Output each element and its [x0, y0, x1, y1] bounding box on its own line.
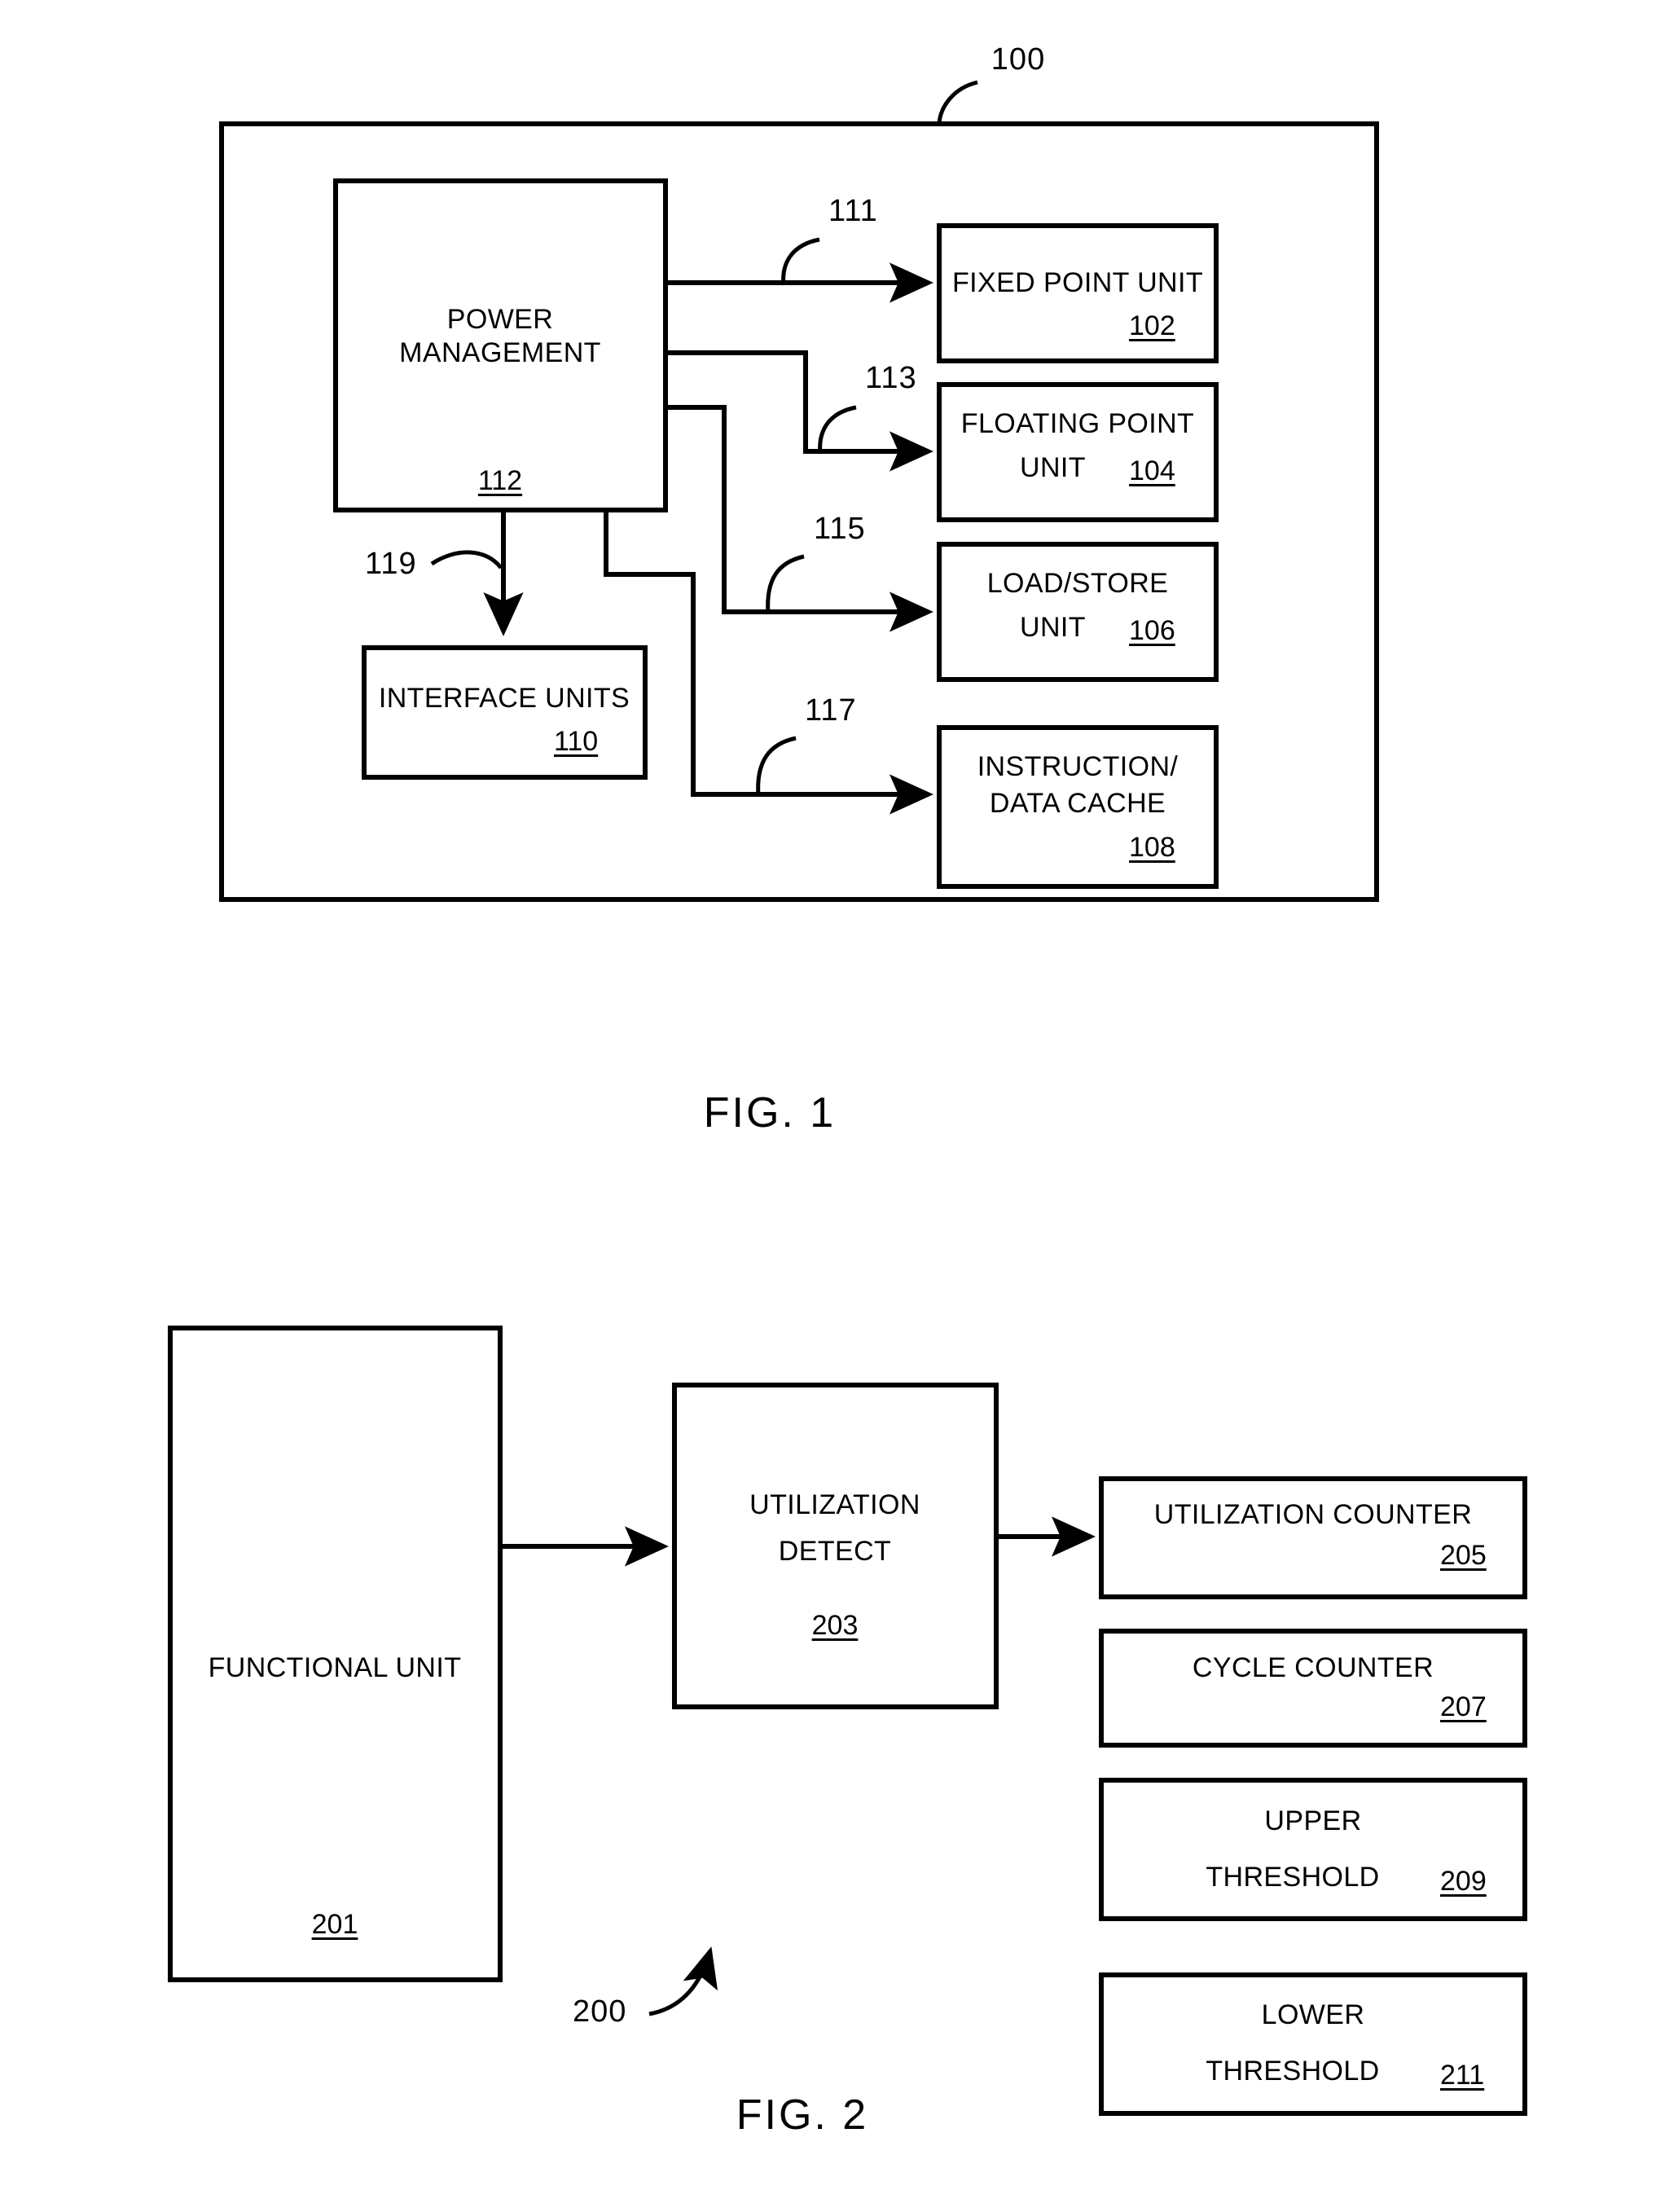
- label-floating-point-unit-line2: UNIT: [1020, 452, 1086, 483]
- reference-numeral-207: 207: [1440, 1691, 1487, 1722]
- reference-numeral-119: 119: [365, 547, 417, 581]
- label-lower-threshold-line2: THRESHOLD: [1206, 2056, 1380, 2087]
- leader-115: [766, 554, 805, 614]
- figure-2-caption: FIG. 2: [736, 2091, 869, 2139]
- reference-numeral-211: 211: [1440, 2060, 1485, 2091]
- leader-113: [818, 405, 857, 455]
- label-utilization-detect-line1: UTILIZATION: [749, 1489, 920, 1520]
- label-instruction-data-cache-line2: DATA CACHE: [989, 788, 1166, 819]
- reference-numeral-201: 201: [311, 1909, 358, 1940]
- reference-numeral-104: 104: [1129, 455, 1175, 486]
- reference-numeral-203: 203: [811, 1610, 859, 1641]
- label-interface-units: INTERFACE UNITS: [378, 683, 630, 714]
- reference-numeral-110: 110: [554, 726, 599, 757]
- connector-115: [665, 405, 933, 632]
- label-upper-threshold-line2: THRESHOLD: [1206, 1862, 1380, 1893]
- reference-numeral-100: 100: [991, 42, 1046, 77]
- box-lower-threshold: [1099, 1972, 1527, 2116]
- label-power-management: POWER MANAGEMENT: [337, 303, 663, 371]
- label-cycle-counter: CYCLE COUNTER: [1192, 1652, 1434, 1683]
- label-floating-point-unit-line1: FLOATING POINT: [960, 408, 1195, 439]
- box-upper-threshold: [1099, 1778, 1527, 1921]
- label-utilization-counter: UTILIZATION COUNTER: [1153, 1499, 1473, 1530]
- label-load-store-unit-line1: LOAD/STORE: [986, 568, 1169, 599]
- label-instruction-data-cache-line1: INSTRUCTION/: [977, 751, 1179, 782]
- reference-numeral-113: 113: [865, 361, 917, 395]
- reference-numeral-209: 209: [1440, 1866, 1487, 1897]
- label-fixed-point-unit: FIXED POINT UNIT: [951, 267, 1204, 298]
- reference-numeral-102: 102: [1129, 310, 1175, 341]
- patent-drawing-sheet: 100 POWER MANAGEMENT 112 FIXED POINT UNI…: [0, 0, 1678, 2212]
- leader-119: [430, 550, 503, 569]
- leader-117: [756, 736, 797, 797]
- leader-100: [937, 80, 978, 125]
- reference-numeral-108: 108: [1129, 832, 1175, 863]
- reference-numeral-106: 106: [1129, 615, 1175, 646]
- reference-numeral-115: 115: [814, 512, 866, 546]
- reference-numeral-112: 112: [477, 465, 523, 496]
- label-upper-threshold-line1: UPPER: [1264, 1805, 1362, 1836]
- reference-numeral-205: 205: [1440, 1540, 1487, 1571]
- label-power-management-line2: MANAGEMENT: [399, 337, 601, 369]
- label-power-management-line1: POWER: [446, 304, 554, 335]
- label-utilization-detect-line2: DETECT: [778, 1536, 892, 1567]
- reference-numeral-111: 111: [828, 194, 878, 228]
- reference-numeral-200: 200: [573, 1994, 627, 2029]
- reference-numeral-117: 117: [805, 693, 857, 728]
- leader-111: [781, 237, 820, 286]
- label-lower-threshold-line1: LOWER: [1261, 1999, 1365, 2030]
- box-cycle-counter: [1099, 1629, 1527, 1748]
- label-functional-unit: FUNCTIONAL UNIT: [208, 1652, 462, 1683]
- figure-1-caption: FIG. 1: [703, 1089, 837, 1137]
- leader-200: [648, 1946, 718, 2016]
- box-utilization-counter: [1099, 1476, 1527, 1599]
- label-load-store-unit-line2: UNIT: [1020, 612, 1086, 643]
